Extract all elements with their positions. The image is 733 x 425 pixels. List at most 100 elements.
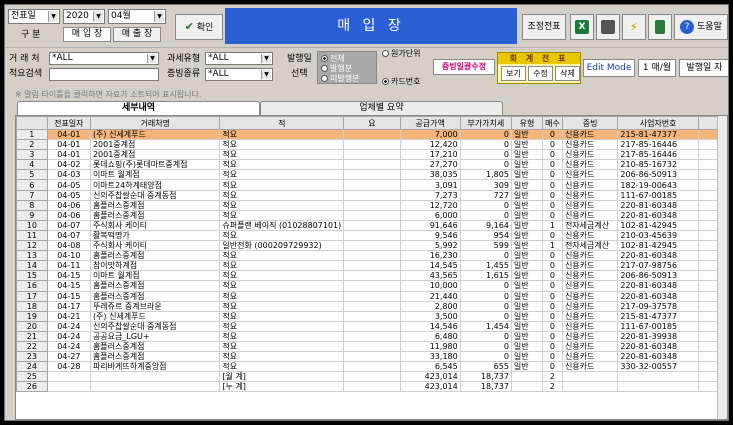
- table-cell[interactable]: 적요: [219, 159, 345, 171]
- table-row[interactable]: 16 04-15 홈플러스중계점 적요 10,000 0 일반 0 신용카드 220-81-603…: [16, 280, 727, 292]
- table-cell[interactable]: 04-15: [46, 270, 91, 282]
- table-cell[interactable]: 0: [459, 280, 512, 292]
- table-cell[interactable]: 일반: [510, 250, 543, 262]
- table-cell[interactable]: 217-09-37578: [617, 300, 699, 312]
- issue-date-button[interactable]: 발행일 자: [679, 59, 728, 77]
- table-cell[interactable]: 599: [459, 240, 512, 252]
- table-cell[interactable]: [343, 139, 401, 151]
- table-cell[interactable]: 적요: [219, 361, 345, 373]
- table-cell[interactable]: 공공요금_LGU+: [89, 330, 221, 342]
- table-cell[interactable]: [343, 199, 401, 211]
- table-row[interactable]: 10 04-07 주식회사 케이티 슈퍼플랜 베이직 (01028807101) 91,…: [16, 219, 727, 231]
- table-cell[interactable]: 전자세금계산: [561, 240, 619, 252]
- table-cell[interactable]: 220-81-60348: [617, 351, 699, 363]
- table-cell[interactable]: 25: [16, 371, 48, 383]
- table-row[interactable]: 23 04-27 홈플러스중계점 적요 33,180 0 일반 0 신용카드 220-81-603…: [16, 351, 727, 363]
- table-cell[interactable]: [343, 159, 401, 171]
- table-cell[interactable]: [510, 371, 543, 383]
- table-cell[interactable]: 2: [541, 381, 563, 393]
- table-cell[interactable]: [343, 219, 401, 231]
- table-cell[interactable]: [343, 310, 401, 322]
- table-cell[interactable]: 적요: [219, 310, 345, 322]
- table-cell[interactable]: 3,500: [399, 310, 461, 322]
- radio-unissued[interactable]: 미발행분: [321, 73, 359, 84]
- table-row[interactable]: 14 04-11 참이맛하계점 적요 14,545 1,455 일반 0 신용카드 217-07-…: [16, 260, 727, 272]
- table-cell[interactable]: 5,992: [399, 240, 461, 252]
- table-cell[interactable]: 일반: [510, 229, 543, 242]
- table-cell[interactable]: 주식회사 케이티: [89, 240, 221, 252]
- table-cell[interactable]: 6,545: [399, 361, 461, 373]
- table-cell[interactable]: 신용카드: [561, 179, 619, 191]
- table-cell[interactable]: 0: [541, 128, 563, 141]
- table-cell[interactable]: 전자세금계산: [561, 219, 619, 231]
- table-cell[interactable]: 91,646: [399, 219, 461, 231]
- tab-vendor-summary[interactable]: 업체별 요약: [260, 101, 503, 115]
- per-month-button[interactable]: 1 매/월: [638, 59, 676, 77]
- table-cell[interactable]: 적요: [219, 280, 345, 292]
- table-cell[interactable]: 일반: [510, 189, 543, 201]
- table-cell[interactable]: [89, 371, 221, 383]
- table-cell[interactable]: 1: [16, 128, 48, 141]
- table-cell[interactable]: 신용카드: [561, 149, 619, 161]
- table-cell[interactable]: [343, 290, 401, 302]
- table-cell[interactable]: [343, 270, 401, 282]
- table-cell[interactable]: 일반: [510, 199, 543, 211]
- table-cell[interactable]: 0: [541, 169, 563, 181]
- table-cell[interactable]: [89, 381, 221, 393]
- table-cell[interactable]: 182-19-00643: [617, 179, 699, 191]
- table-cell[interactable]: 655: [459, 361, 512, 373]
- table-cell[interactable]: 04-28: [46, 361, 91, 373]
- table-cell[interactable]: 신용카드: [561, 128, 619, 141]
- table-cell[interactable]: 일반: [510, 270, 543, 282]
- col-bizno[interactable]: 사업자번호: [617, 116, 699, 130]
- table-cell[interactable]: 활복떡명가: [89, 229, 221, 242]
- table-row[interactable]: 2 04-01 2001중계점 적요 12,420 0 일반 0 신용카드 217-85-1644…: [16, 139, 727, 151]
- table-cell[interactable]: 7,273: [399, 189, 461, 201]
- table-row[interactable]: 11 04-07 활복떡명가 적요 9,546 954 일반 0 신용카드 210-03-4563…: [16, 229, 727, 242]
- table-cell[interactable]: 6,480: [399, 330, 461, 342]
- table-cell[interactable]: 215-81-47377: [617, 310, 699, 322]
- table-cell[interactable]: 홈플러스중계점: [89, 340, 221, 353]
- table-cell[interactable]: 220-81-60348: [617, 340, 699, 353]
- table-cell[interactable]: 일반: [510, 179, 543, 191]
- table-cell[interactable]: [343, 149, 401, 161]
- table-row[interactable]: 1 04-01 (주) 신세계푸드 적요 7,000 0 일반 0 신용카드 215-81-473…: [16, 128, 727, 141]
- table-cell[interactable]: 0: [541, 209, 563, 221]
- table-cell[interactable]: 7,000: [399, 128, 461, 141]
- table-cell[interactable]: [46, 371, 91, 383]
- flash-button[interactable]: ⚡: [622, 14, 646, 40]
- table-cell[interactable]: 309: [459, 179, 512, 191]
- table-cell[interactable]: 220-81-39938: [617, 330, 699, 342]
- table-cell[interactable]: [343, 300, 401, 312]
- table-cell[interactable]: 신용카드: [561, 320, 619, 332]
- table-cell[interactable]: 954: [459, 229, 512, 242]
- table-cell[interactable]: 330-32-00557: [617, 361, 699, 373]
- table-cell[interactable]: 04-05: [46, 179, 91, 191]
- table-cell[interactable]: 일반: [510, 300, 543, 312]
- table-cell[interactable]: 20: [16, 320, 48, 332]
- table-cell[interactable]: 220-81-60348: [617, 209, 699, 221]
- table-cell[interactable]: 1,455: [459, 260, 512, 272]
- table-cell[interactable]: 신용카드: [561, 340, 619, 353]
- delete-button[interactable]: 삭제: [555, 66, 580, 81]
- table-cell[interactable]: 홈플러스중계점: [89, 290, 221, 302]
- table-cell[interactable]: 0: [541, 199, 563, 211]
- table-cell[interactable]: 04-15: [46, 290, 91, 302]
- table-cell[interactable]: 9,164: [459, 219, 512, 231]
- table-cell[interactable]: 0: [459, 209, 512, 221]
- table-cell[interactable]: 18: [16, 300, 48, 312]
- table-cell[interactable]: 33,180: [399, 351, 461, 363]
- table-cell[interactable]: 2: [16, 139, 48, 151]
- table-cell[interactable]: 적요: [219, 179, 345, 191]
- table-cell[interactable]: 2,800: [399, 300, 461, 312]
- table-cell[interactable]: 04-06: [46, 209, 91, 221]
- table-cell[interactable]: 0: [541, 340, 563, 353]
- table-row[interactable]: 18 04-17 뚜레쥬르 중계브라운 적요 2,800 0 일반 0 신용카드 217-09-3…: [16, 300, 727, 312]
- table-cell[interactable]: 1,805: [459, 169, 512, 181]
- table-cell[interactable]: 롯데쇼핑(주)롯데마트중계점: [89, 159, 221, 171]
- trader-select[interactable]: *ALL ▼: [49, 52, 159, 65]
- table-cell[interactable]: 일반: [510, 159, 543, 171]
- table-cell[interactable]: 7: [16, 189, 48, 201]
- table-row[interactable]: 15 04-15 이마트 월계점 적요 43,565 1,615 일반 0 신용카드 206-86…: [16, 270, 727, 282]
- table-cell[interactable]: 14: [16, 260, 48, 272]
